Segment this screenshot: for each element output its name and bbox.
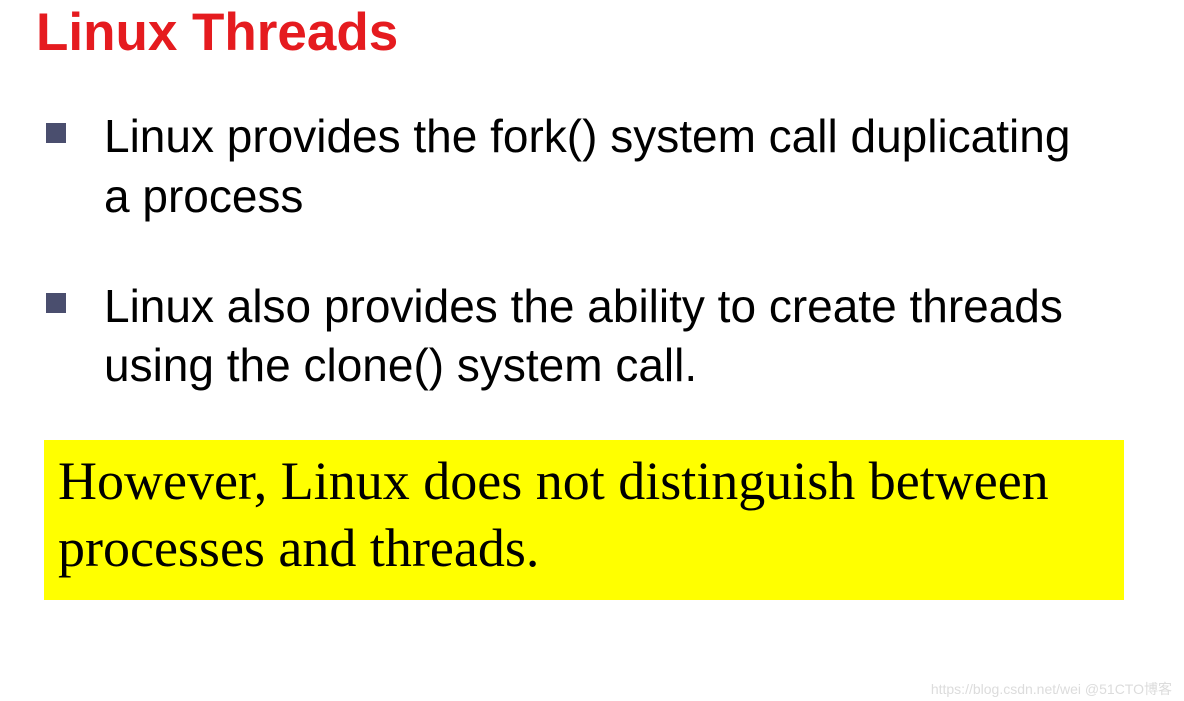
slide-title: Linux Threads [36,0,1148,107]
bullet-item: Linux provides the fork() system call du… [36,107,1148,227]
bullet-marker-icon [46,293,66,313]
watermark-text: https://blog.csdn.net/wei @51CTO博客 [931,679,1172,699]
bullet-marker-icon [46,123,66,143]
bullet-text: Linux provides the fork() system call du… [104,107,1148,227]
bullet-text: Linux also provides the ability to creat… [104,277,1148,397]
bullet-list: Linux provides the fork() system call du… [36,107,1148,396]
bullet-item: Linux also provides the ability to creat… [36,277,1148,397]
highlight-box: However, Linux does not distinguish betw… [44,440,1124,600]
highlight-text: However, Linux does not distinguish betw… [58,448,1108,582]
